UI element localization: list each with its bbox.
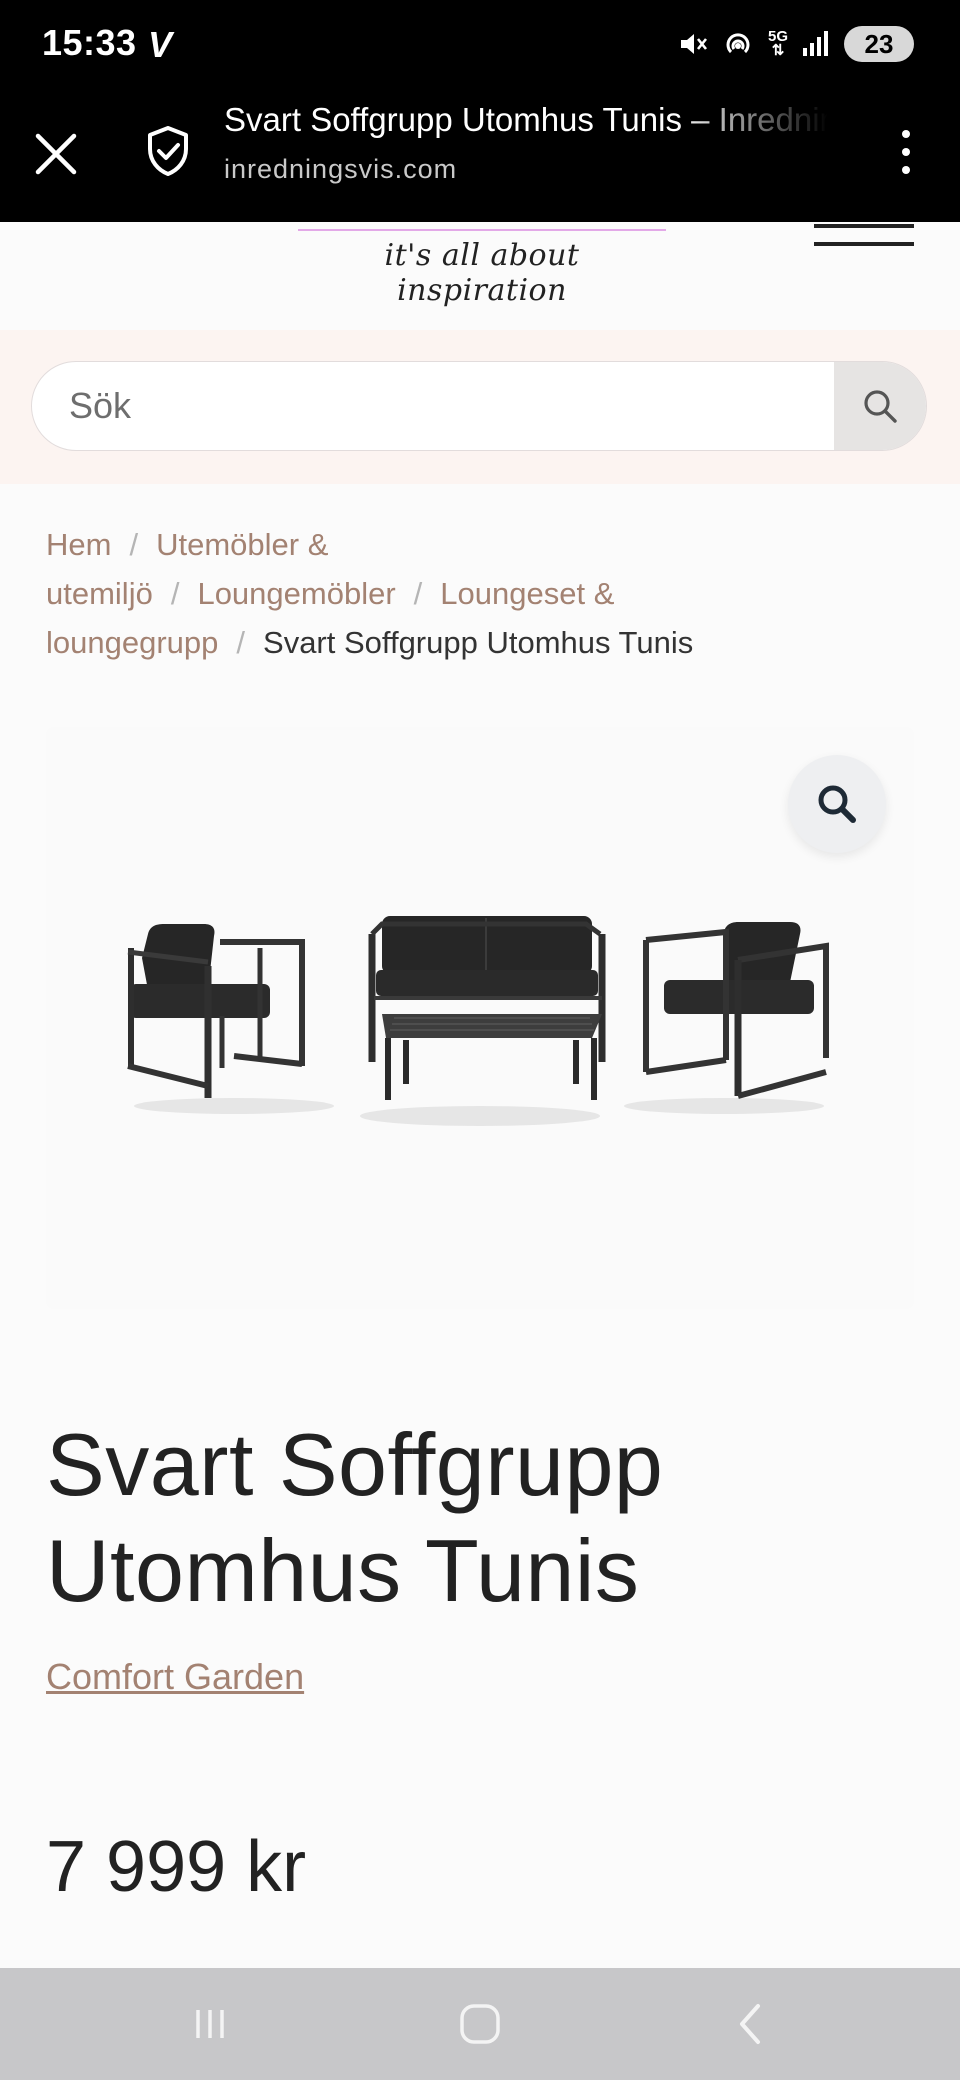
search-input[interactable] (32, 362, 836, 450)
recents-icon (196, 2010, 224, 2038)
right-armchair (643, 922, 829, 1099)
battery-icon: 23 (844, 26, 914, 62)
breadcrumb-current: Svart Soffgrupp Utomhus Tunis (263, 625, 694, 660)
close-icon (35, 133, 77, 175)
more-options-button[interactable] (886, 122, 926, 182)
search-button[interactable] (834, 362, 926, 450)
back-icon (740, 2004, 760, 2044)
search-icon (864, 390, 897, 423)
zoom-icon (818, 785, 856, 823)
breadcrumb-link-home[interactable]: Hem (46, 527, 111, 562)
home-icon (460, 2004, 500, 2044)
outdoor-sofa-set-photo (127, 916, 829, 1126)
breadcrumb-separator: / (236, 625, 246, 660)
tab-page-title: Svart Soffgrupp Utomhus Tunis – Inrednin… (224, 101, 828, 138)
hamburger-icon (814, 224, 914, 228)
hamburger-menu-button[interactable] (814, 222, 914, 248)
mute-icon (680, 34, 707, 54)
breadcrumb-separator: / (413, 576, 423, 611)
recents-button[interactable] (180, 1996, 240, 2052)
breadcrumb: Hem / Utemöbler & utemiljö / Loungemöbler / Lo… (46, 520, 876, 667)
back-button[interactable] (720, 1996, 780, 2052)
breadcrumb-separator: / (129, 527, 139, 562)
home-button[interactable] (450, 1996, 510, 2052)
app-notification-icon: V (148, 24, 173, 65)
signal-icon (803, 31, 828, 56)
zoom-button[interactable] (788, 755, 886, 853)
hotspot-icon (726, 33, 750, 54)
network-type-icon: 5G ⇅ (767, 28, 788, 59)
coffee-table (382, 1014, 602, 1100)
tab-url: inredningsvis.com (224, 154, 458, 184)
brand-link[interactable]: Comfort Garden (46, 1652, 306, 1702)
status-time: 15:33 (42, 22, 137, 63)
product-title: Svart Soffgrupp Utomhus Tunis (46, 1415, 664, 1620)
search-form (31, 361, 927, 451)
product-price: 7 999 kr (46, 1827, 307, 1907)
status-bar: 15:33 V 5G ⇅ 23 (0, 0, 960, 88)
more-vert-icon (902, 130, 910, 174)
logo-divider (298, 229, 666, 231)
status-icons: 5G ⇅ 23 (678, 24, 914, 64)
close-tab-button[interactable] (30, 118, 82, 182)
shield-check-icon[interactable] (144, 125, 192, 177)
breadcrumb-separator: / (170, 576, 180, 611)
breadcrumb-link-lounge[interactable]: Loungemöbler (197, 576, 395, 611)
site-tagline: it's all about inspiration (384, 238, 580, 308)
left-armchair (127, 924, 305, 1098)
